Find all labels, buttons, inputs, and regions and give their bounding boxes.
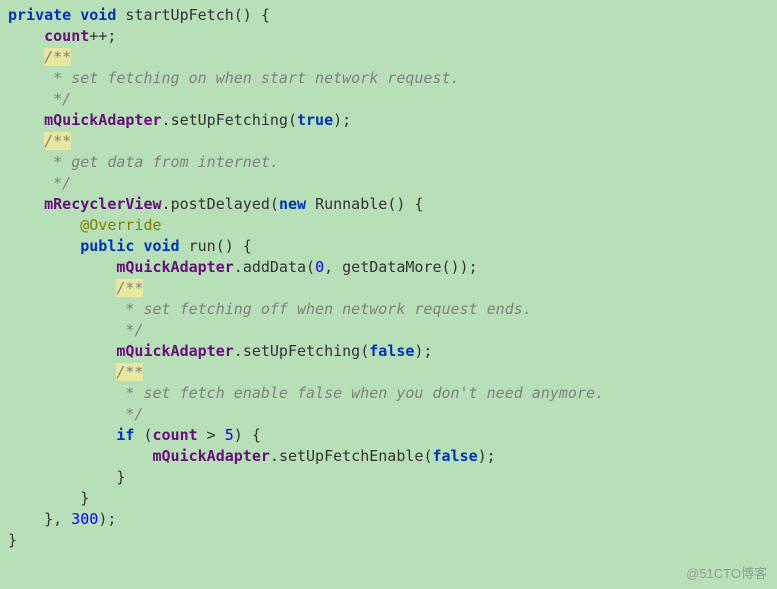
field-mRecyclerView: mRecyclerView — [44, 195, 161, 213]
method-setUpFetchEnable: setUpFetchEnable — [279, 447, 424, 465]
keyword-true: true — [297, 111, 333, 129]
method-postDelayed: postDelayed — [171, 195, 270, 213]
paren-open: ( — [360, 342, 369, 360]
code-block: private void startUpFetch() { count++; /… — [8, 5, 769, 551]
paren-close-semi: ); — [98, 510, 116, 528]
close-brace-comma: }, — [44, 510, 71, 528]
keyword-private: private — [8, 6, 71, 24]
comment-line: * set fetching off when network request … — [8, 300, 532, 318]
method-setUpFetching: setUpFetching — [171, 111, 288, 129]
keyword-void: void — [80, 6, 116, 24]
field-count: count — [153, 426, 198, 444]
number-5: 5 — [225, 426, 234, 444]
keyword-false: false — [369, 342, 414, 360]
comment-end: */ — [8, 90, 71, 108]
operator: ++; — [89, 27, 116, 45]
keyword-if: if — [116, 426, 134, 444]
method-getDataMore: getDataMore — [342, 258, 441, 276]
comment-marker: /** — [44, 132, 71, 150]
close-brace: } — [8, 531, 17, 549]
method-setUpFetching: setUpFetching — [243, 342, 360, 360]
comment-line: * set fetch enable false when you don't … — [8, 384, 604, 402]
paren-brace: () { — [387, 195, 423, 213]
annotation-override: @Override — [80, 216, 161, 234]
close-brace: } — [80, 489, 89, 507]
comment-line: * get data from internet. — [8, 153, 279, 171]
dot: . — [270, 447, 279, 465]
comment-line: * set fetching on when start network req… — [8, 69, 460, 87]
method-startUpFetch: startUpFetch — [125, 6, 233, 24]
comment-end: */ — [8, 321, 143, 339]
comment-end: */ — [8, 405, 143, 423]
field-count: count — [44, 27, 89, 45]
paren-brace: () { — [216, 237, 252, 255]
comment-marker: /** — [116, 363, 143, 381]
field-mQuickAdapter: mQuickAdapter — [116, 342, 233, 360]
close-parens: ()); — [442, 258, 478, 276]
operator-gt: > — [198, 426, 225, 444]
paren-open: ( — [270, 195, 279, 213]
dot: . — [234, 258, 243, 276]
comment-marker: /** — [116, 279, 143, 297]
comment-end: */ — [8, 174, 71, 192]
paren-close-semi: ); — [478, 447, 496, 465]
field-mQuickAdapter: mQuickAdapter — [116, 258, 233, 276]
close-brace: } — [116, 468, 125, 486]
syntax: () { — [234, 6, 270, 24]
paren-open: ( — [306, 258, 315, 276]
field-mQuickAdapter: mQuickAdapter — [44, 111, 161, 129]
number-0: 0 — [315, 258, 324, 276]
dot: . — [234, 342, 243, 360]
comma: , — [324, 258, 342, 276]
paren-close-semi: ); — [414, 342, 432, 360]
keyword-new: new — [279, 195, 306, 213]
method-addData: addData — [243, 258, 306, 276]
watermark: @51CTO博客 — [686, 565, 767, 583]
paren-open: ( — [288, 111, 297, 129]
method-run: run — [189, 237, 216, 255]
paren-open: ( — [143, 426, 152, 444]
number-300: 300 — [71, 510, 98, 528]
keyword-public: public — [80, 237, 134, 255]
paren-close-semi: ); — [333, 111, 351, 129]
paren-close-brace: ) { — [234, 426, 261, 444]
field-mQuickAdapter: mQuickAdapter — [153, 447, 270, 465]
keyword-false: false — [432, 447, 477, 465]
class-Runnable: Runnable — [315, 195, 387, 213]
comment-marker: /** — [44, 48, 71, 66]
keyword-void: void — [143, 237, 179, 255]
dot: . — [162, 195, 171, 213]
dot: . — [162, 111, 171, 129]
